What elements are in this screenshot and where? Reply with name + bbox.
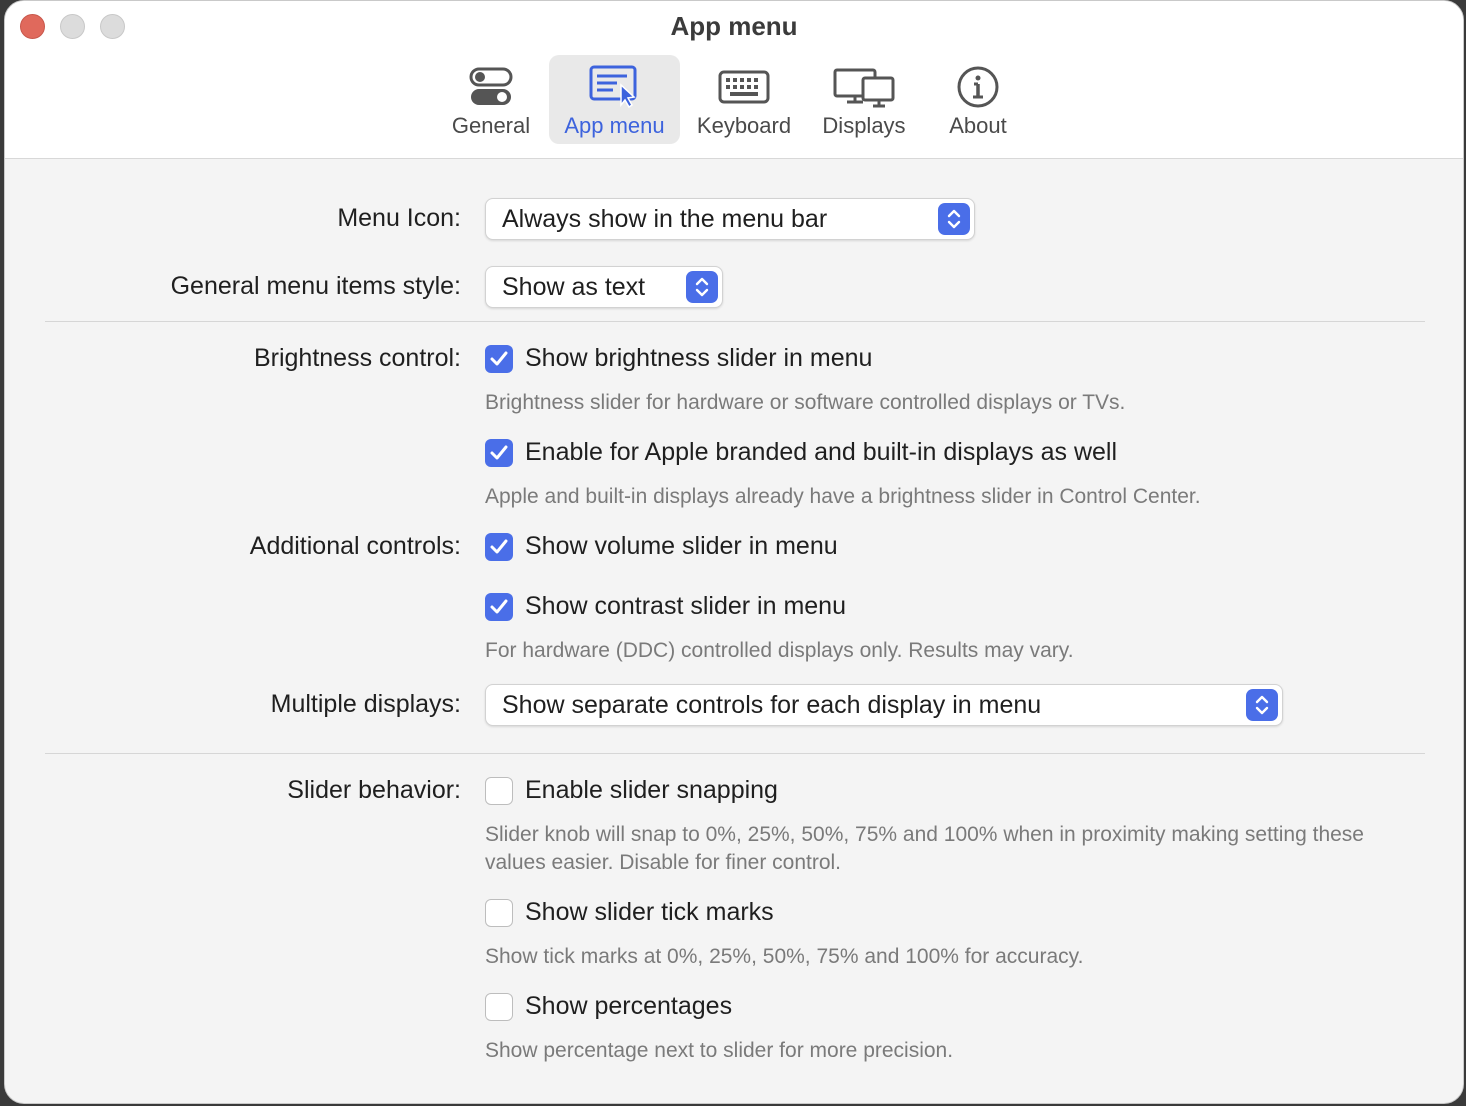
window-title: App menu	[670, 11, 798, 41]
show-contrast-slider-checkbox[interactable]	[485, 593, 513, 621]
tab-about[interactable]: About	[933, 55, 1023, 144]
checkmark-icon	[490, 539, 508, 554]
apple-displays-help: Apple and built-in displays already have…	[485, 485, 1201, 508]
tab-displays-label: Displays	[822, 113, 906, 138]
chevron-updown-icon	[686, 271, 718, 303]
slider-tick-marks-help: Show tick marks at 0%, 25%, 50%, 75% and…	[485, 945, 1084, 968]
menu-items-style-popup[interactable]: Show as text	[485, 266, 723, 308]
show-volume-slider-label[interactable]: Show volume slider in menu	[525, 532, 838, 561]
toggles-icon	[460, 63, 522, 111]
show-brightness-slider-checkbox[interactable]	[485, 345, 513, 373]
show-volume-slider-checkbox[interactable]	[485, 533, 513, 561]
slider-tick-marks-label[interactable]: Show slider tick marks	[525, 898, 774, 927]
tab-app-menu[interactable]: App menu	[549, 55, 680, 144]
additional-controls-label: Additional controls:	[249, 532, 461, 560]
show-contrast-slider-label[interactable]: Show contrast slider in menu	[525, 592, 846, 621]
checkmark-icon	[490, 351, 508, 366]
preferences-window: App menu General App menu Keyboard Displ…	[4, 0, 1464, 1104]
keyboard-icon	[713, 63, 775, 111]
slider-snapping-help: Slider knob will snap to 0%, 25%, 50%, 7…	[485, 823, 1364, 874]
brightness-control-label: Brightness control:	[253, 344, 461, 372]
section-divider	[45, 321, 1425, 322]
tab-general[interactable]: General	[441, 55, 541, 144]
menu-items-style-label: General menu items style:	[170, 272, 461, 300]
tab-app-menu-label: App menu	[564, 113, 665, 138]
show-brightness-slider-label[interactable]: Show brightness slider in menu	[525, 344, 872, 373]
show-percentages-label[interactable]: Show percentages	[525, 992, 732, 1021]
tab-about-label: About	[949, 113, 1007, 138]
menu-cursor-icon	[584, 63, 646, 111]
tab-keyboard[interactable]: Keyboard	[689, 55, 799, 144]
menu-icon-popup[interactable]: Always show in the menu bar	[485, 198, 975, 240]
slider-tick-marks-checkbox[interactable]	[485, 899, 513, 927]
info-icon	[947, 63, 1009, 111]
menu-icon-value: Always show in the menu bar	[502, 205, 828, 233]
section-divider	[45, 753, 1425, 754]
chevron-updown-icon	[1246, 689, 1278, 721]
checkmark-icon	[490, 445, 508, 460]
tab-displays[interactable]: Displays	[813, 55, 915, 144]
show-percentages-help: Show percentage next to slider for more …	[485, 1039, 954, 1062]
tab-keyboard-label: Keyboard	[696, 113, 792, 138]
menu-icon-label: Menu Icon:	[337, 204, 461, 232]
chevron-updown-icon	[938, 203, 970, 235]
toolbar: App menu General App menu Keyboard Displ…	[5, 1, 1463, 159]
multiple-displays-value: Show separate controls for each display …	[502, 691, 1042, 719]
brightness-slider-help: Brightness slider for hardware or softwa…	[485, 391, 1126, 414]
apple-displays-checkbox[interactable]	[485, 439, 513, 467]
contrast-slider-help: For hardware (DDC) controlled displays o…	[485, 639, 1074, 662]
checkmark-icon	[490, 599, 508, 614]
slider-snapping-checkbox[interactable]	[485, 777, 513, 805]
tab-general-label: General	[451, 113, 531, 138]
menu-items-style-value: Show as text	[502, 273, 646, 301]
slider-snapping-label[interactable]: Enable slider snapping	[525, 776, 778, 805]
slider-behavior-label: Slider behavior:	[287, 776, 461, 804]
multiple-displays-label: Multiple displays:	[270, 690, 461, 718]
apple-displays-label[interactable]: Enable for Apple branded and built-in di…	[525, 438, 1117, 467]
multiple-displays-popup[interactable]: Show separate controls for each display …	[485, 684, 1283, 726]
show-percentages-checkbox[interactable]	[485, 993, 513, 1021]
displays-icon	[833, 63, 895, 111]
